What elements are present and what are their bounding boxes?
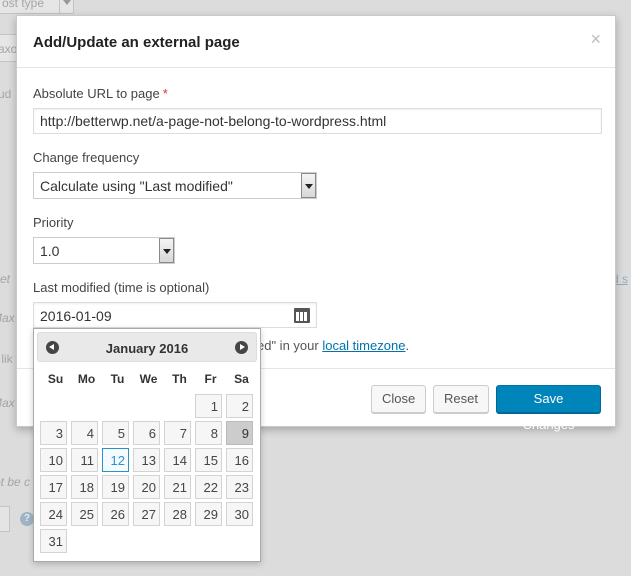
lastmod-value: 2016-01-09 bbox=[40, 308, 112, 324]
reset-button[interactable]: Reset bbox=[433, 385, 489, 413]
bg-text: Max bbox=[0, 311, 15, 325]
day-cell[interactable]: 18 bbox=[71, 475, 98, 499]
day-cell[interactable]: 30 bbox=[226, 502, 253, 526]
bg-text: ost type bbox=[2, 0, 45, 10]
day-cell[interactable]: 29 bbox=[195, 502, 222, 526]
required-mark: * bbox=[162, 86, 168, 101]
day-cell-selected[interactable]: 9 bbox=[226, 421, 253, 445]
day-cell[interactable]: 13 bbox=[133, 448, 160, 472]
weekday-label: Su bbox=[47, 372, 64, 386]
local-timezone-link[interactable]: local timezone bbox=[322, 338, 405, 353]
day-cell-empty bbox=[133, 394, 160, 418]
day-cell[interactable]: 11 bbox=[71, 448, 98, 472]
weekday-label: Sa bbox=[234, 372, 249, 386]
day-cell-empty bbox=[40, 394, 67, 418]
day-cell[interactable]: 3 bbox=[40, 421, 67, 445]
help-text-prefix: ed" in your bbox=[257, 338, 323, 353]
day-cell[interactable]: 16 bbox=[226, 448, 253, 472]
day-cell[interactable]: 6 bbox=[133, 421, 160, 445]
day-cell[interactable]: 21 bbox=[164, 475, 191, 499]
chevron-down-icon[interactable] bbox=[301, 173, 316, 198]
month-title: January 2016 bbox=[105, 341, 189, 356]
day-cell[interactable]: 4 bbox=[71, 421, 98, 445]
url-input[interactable]: http://betterwp.net/a-page-not-belong-to… bbox=[33, 108, 602, 134]
chevron-down-icon[interactable] bbox=[159, 238, 174, 263]
day-cell[interactable]: 27 bbox=[133, 502, 160, 526]
help-icon: ? bbox=[20, 512, 34, 526]
day-cell[interactable]: 1 bbox=[195, 394, 222, 418]
bg-text: ot be c bbox=[0, 475, 31, 489]
day-cell[interactable]: 8 bbox=[195, 421, 222, 445]
day-cell-empty bbox=[102, 394, 129, 418]
day-cell[interactable]: 2 bbox=[226, 394, 253, 418]
chevron-down-icon bbox=[59, 0, 73, 13]
day-cell[interactable]: 31 bbox=[40, 529, 67, 553]
weekday-label: Mo bbox=[77, 372, 96, 386]
day-cell[interactable]: 7 bbox=[164, 421, 191, 445]
dialog-title: Add/Update an external page bbox=[33, 34, 240, 51]
timezone-help: ed" in your local timezone. bbox=[257, 338, 409, 353]
next-month-icon[interactable] bbox=[235, 341, 248, 354]
weekday-label: Fr bbox=[204, 372, 217, 386]
priority-select[interactable]: 1.0 bbox=[33, 237, 175, 264]
bg-text: Max bbox=[0, 396, 15, 410]
weekday-header: Su Mo Tu We Th Fr Sa bbox=[37, 372, 257, 390]
save-changes-button[interactable]: Save Changes bbox=[496, 385, 601, 432]
day-cell-today[interactable]: 12 bbox=[102, 448, 129, 472]
day-cell[interactable]: 24 bbox=[40, 502, 67, 526]
datepicker-header: January 2016 bbox=[37, 332, 257, 362]
day-cell[interactable]: 15 bbox=[195, 448, 222, 472]
priority-label: Priority bbox=[33, 215, 74, 230]
weekday-label: We bbox=[139, 372, 158, 386]
day-cell-empty bbox=[164, 394, 191, 418]
day-cell[interactable]: 28 bbox=[164, 502, 191, 526]
help-text-suffix: . bbox=[405, 338, 410, 353]
url-label: Absolute URL to page * bbox=[33, 86, 168, 101]
frequency-value: Calculate using "Last modified" bbox=[40, 178, 233, 194]
day-cell[interactable]: 17 bbox=[40, 475, 67, 499]
day-cell[interactable]: 19 bbox=[102, 475, 129, 499]
frequency-label: Change frequency bbox=[33, 150, 140, 165]
day-cell[interactable]: 22 bbox=[195, 475, 222, 499]
bg-text: ud bbox=[0, 87, 12, 101]
dialog-header: Add/Update an external page × bbox=[17, 16, 615, 68]
close-button[interactable]: Close bbox=[371, 385, 426, 413]
day-cell[interactable]: 25 bbox=[71, 502, 98, 526]
day-cell[interactable]: 10 bbox=[40, 448, 67, 472]
priority-value: 1.0 bbox=[40, 243, 60, 259]
bg-text: Set bbox=[0, 272, 11, 286]
day-grid: 1 2 3 4 5 6 7 8 9 10 11 12 13 14 15 16 17 18 19 20 21 22 23 24 2… bbox=[37, 394, 257, 553]
weekday-label: Tu bbox=[110, 372, 125, 386]
lastmod-label: Last modified (time is optional) bbox=[33, 280, 210, 295]
bg-text: axo bbox=[0, 42, 18, 56]
day-cell-empty bbox=[71, 394, 98, 418]
bg-button bbox=[0, 506, 10, 532]
calendar-icon[interactable] bbox=[294, 308, 310, 323]
datepicker: January 2016 Su Mo Tu We Th Fr Sa 1 2 3 4 5 6 7 8 9 10 1… bbox=[33, 328, 261, 562]
day-cell[interactable]: 20 bbox=[133, 475, 160, 499]
lastmod-input[interactable]: 2016-01-09 bbox=[33, 302, 317, 328]
day-cell[interactable]: 5 bbox=[102, 421, 129, 445]
bg-text: s lik bbox=[0, 352, 13, 366]
close-icon[interactable]: × bbox=[590, 30, 601, 48]
frequency-select[interactable]: Calculate using "Last modified" bbox=[33, 172, 317, 199]
day-cell[interactable]: 23 bbox=[226, 475, 253, 499]
url-label-text: Absolute URL to page bbox=[33, 86, 160, 101]
day-cell[interactable]: 26 bbox=[102, 502, 129, 526]
day-cell[interactable]: 14 bbox=[164, 448, 191, 472]
weekday-label: Th bbox=[172, 372, 187, 386]
